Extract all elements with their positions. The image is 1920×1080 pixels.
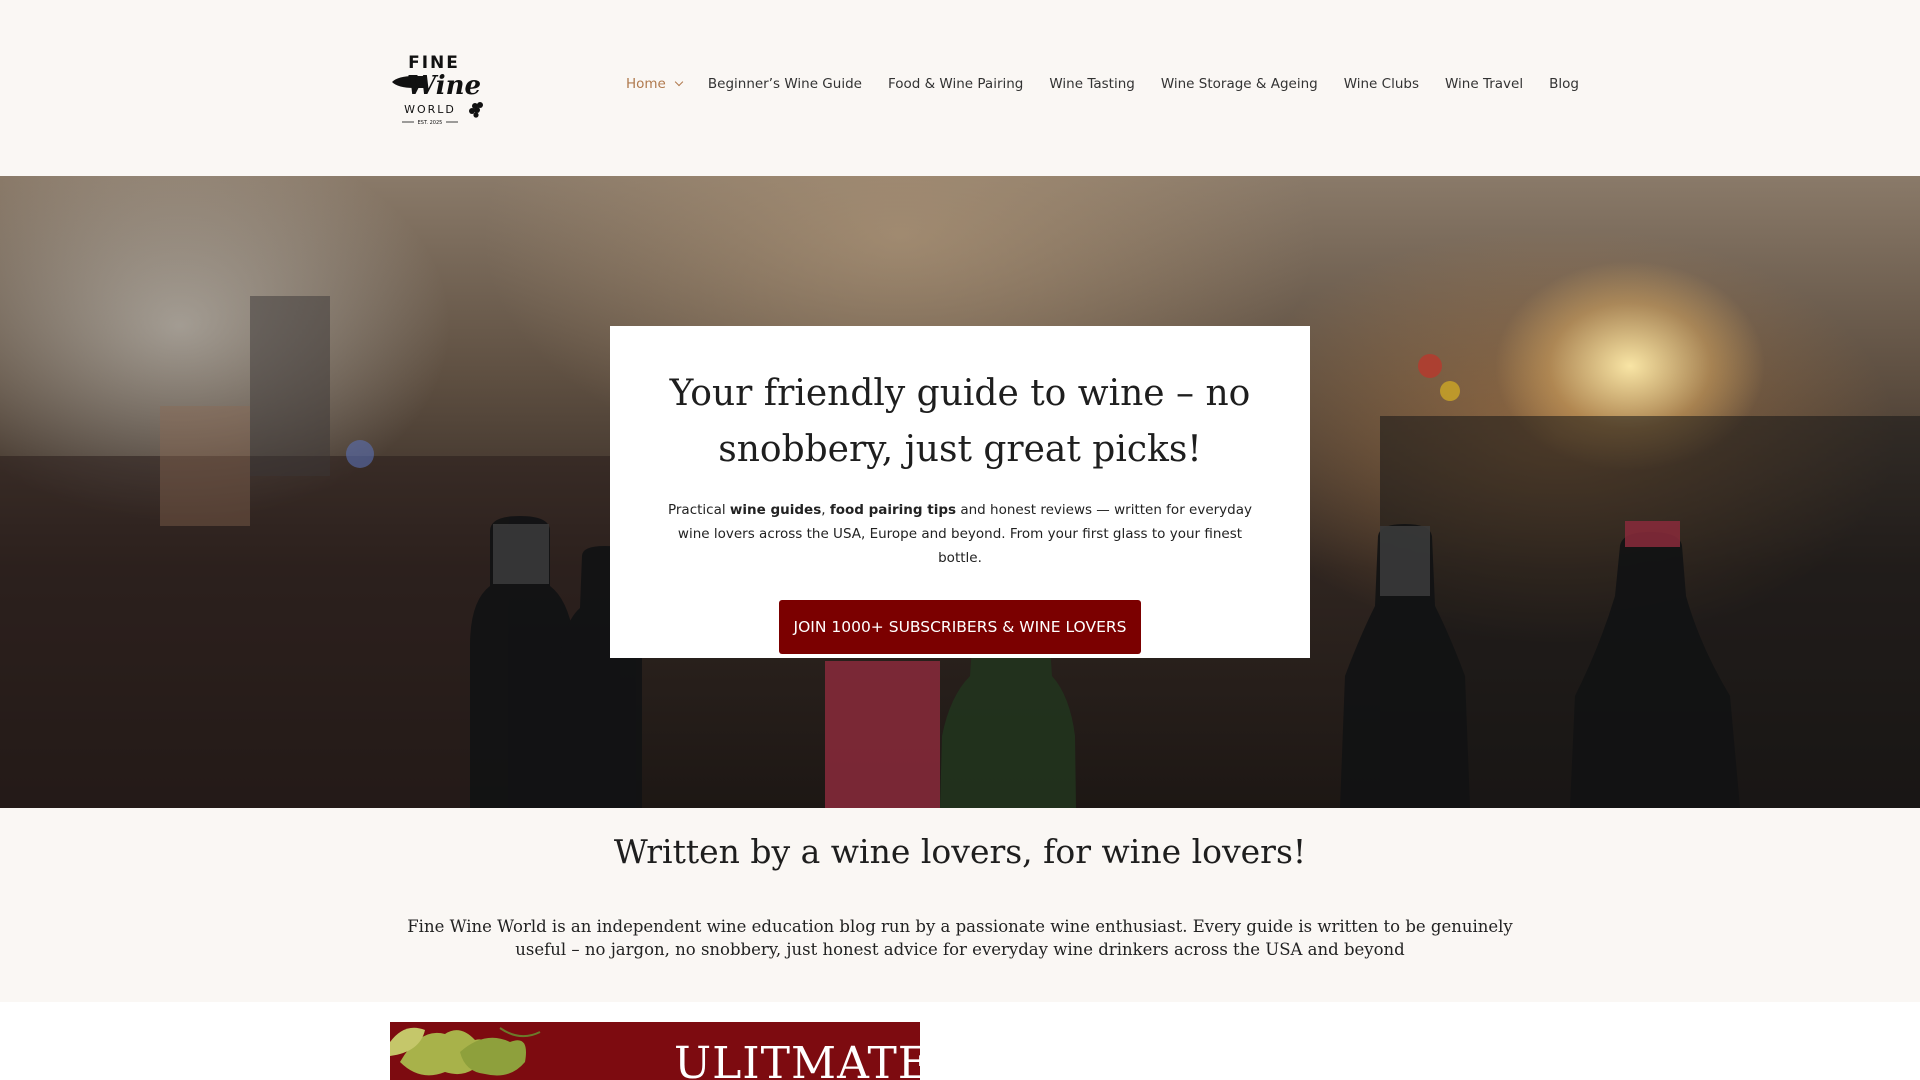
nav-item-blog[interactable]: Blog [1549,76,1579,92]
svg-text:EST. 2025: EST. 2025 [418,120,443,126]
nav-item-food-wine-pairing[interactable]: Food & Wine Pairing [888,76,1023,92]
lower-section: ULITMATE [0,1002,1920,1080]
hero-title: Your friendly guide to wine – no snobber… [669,373,1251,470]
hero-card: Your friendly guide to wine – no snobber… [610,326,1310,658]
site-header: FINE Wine WORLD EST. 2025 Home Beginner’… [0,0,1920,176]
chevron-down-icon[interactable] [674,77,684,87]
nav-item-label: Home [626,76,666,92]
grape-leaves-icon [390,1027,541,1076]
about-title: Written by a wine lovers, for wine lover… [613,832,1307,871]
nav-item-wine-storage-ageing[interactable]: Wine Storage & Ageing [1161,76,1318,92]
wine-bottle-logo-icon: FINE Wine WORLD EST. 2025 [374,53,483,126]
about-text: Fine Wine World is an independent wine e… [407,917,1513,959]
nav-item-home[interactable]: Home [626,76,684,92]
ultimate-guide-banner[interactable]: ULITMATE [390,1022,920,1080]
svg-text:FINE: FINE [408,53,460,73]
hero-bold-wine-guides: wine guides [729,502,822,518]
join-subscribers-button[interactable]: JOIN 1000+ SUBSCRIBERS & WINE LOVERS [779,600,1141,654]
hero-description: Practical wine guides, food pairing tips… [667,502,1253,566]
nav-item-wine-travel[interactable]: Wine Travel [1445,76,1523,92]
promo-title: ULITMATE [674,1038,920,1080]
hero-bold-food-pairing-tips: food pairing tips [829,502,957,518]
main-nav: Home Beginner’s Wine Guide Food & Wine P… [626,76,1579,92]
hero-section: Your friendly guide to wine – no snobber… [0,176,1920,808]
nav-item-wine-clubs[interactable]: Wine Clubs [1344,76,1419,92]
nav-item-wine-tasting[interactable]: Wine Tasting [1049,76,1134,92]
svg-text:Wine: Wine [407,71,481,101]
svg-text:WORLD: WORLD [404,103,456,116]
nav-item-beginners-wine-guide[interactable]: Beginner’s Wine Guide [708,76,862,92]
site-logo[interactable]: FINE Wine WORLD EST. 2025 [372,50,496,128]
about-section: Written by a wine lovers, for wine lover… [0,808,1920,1002]
